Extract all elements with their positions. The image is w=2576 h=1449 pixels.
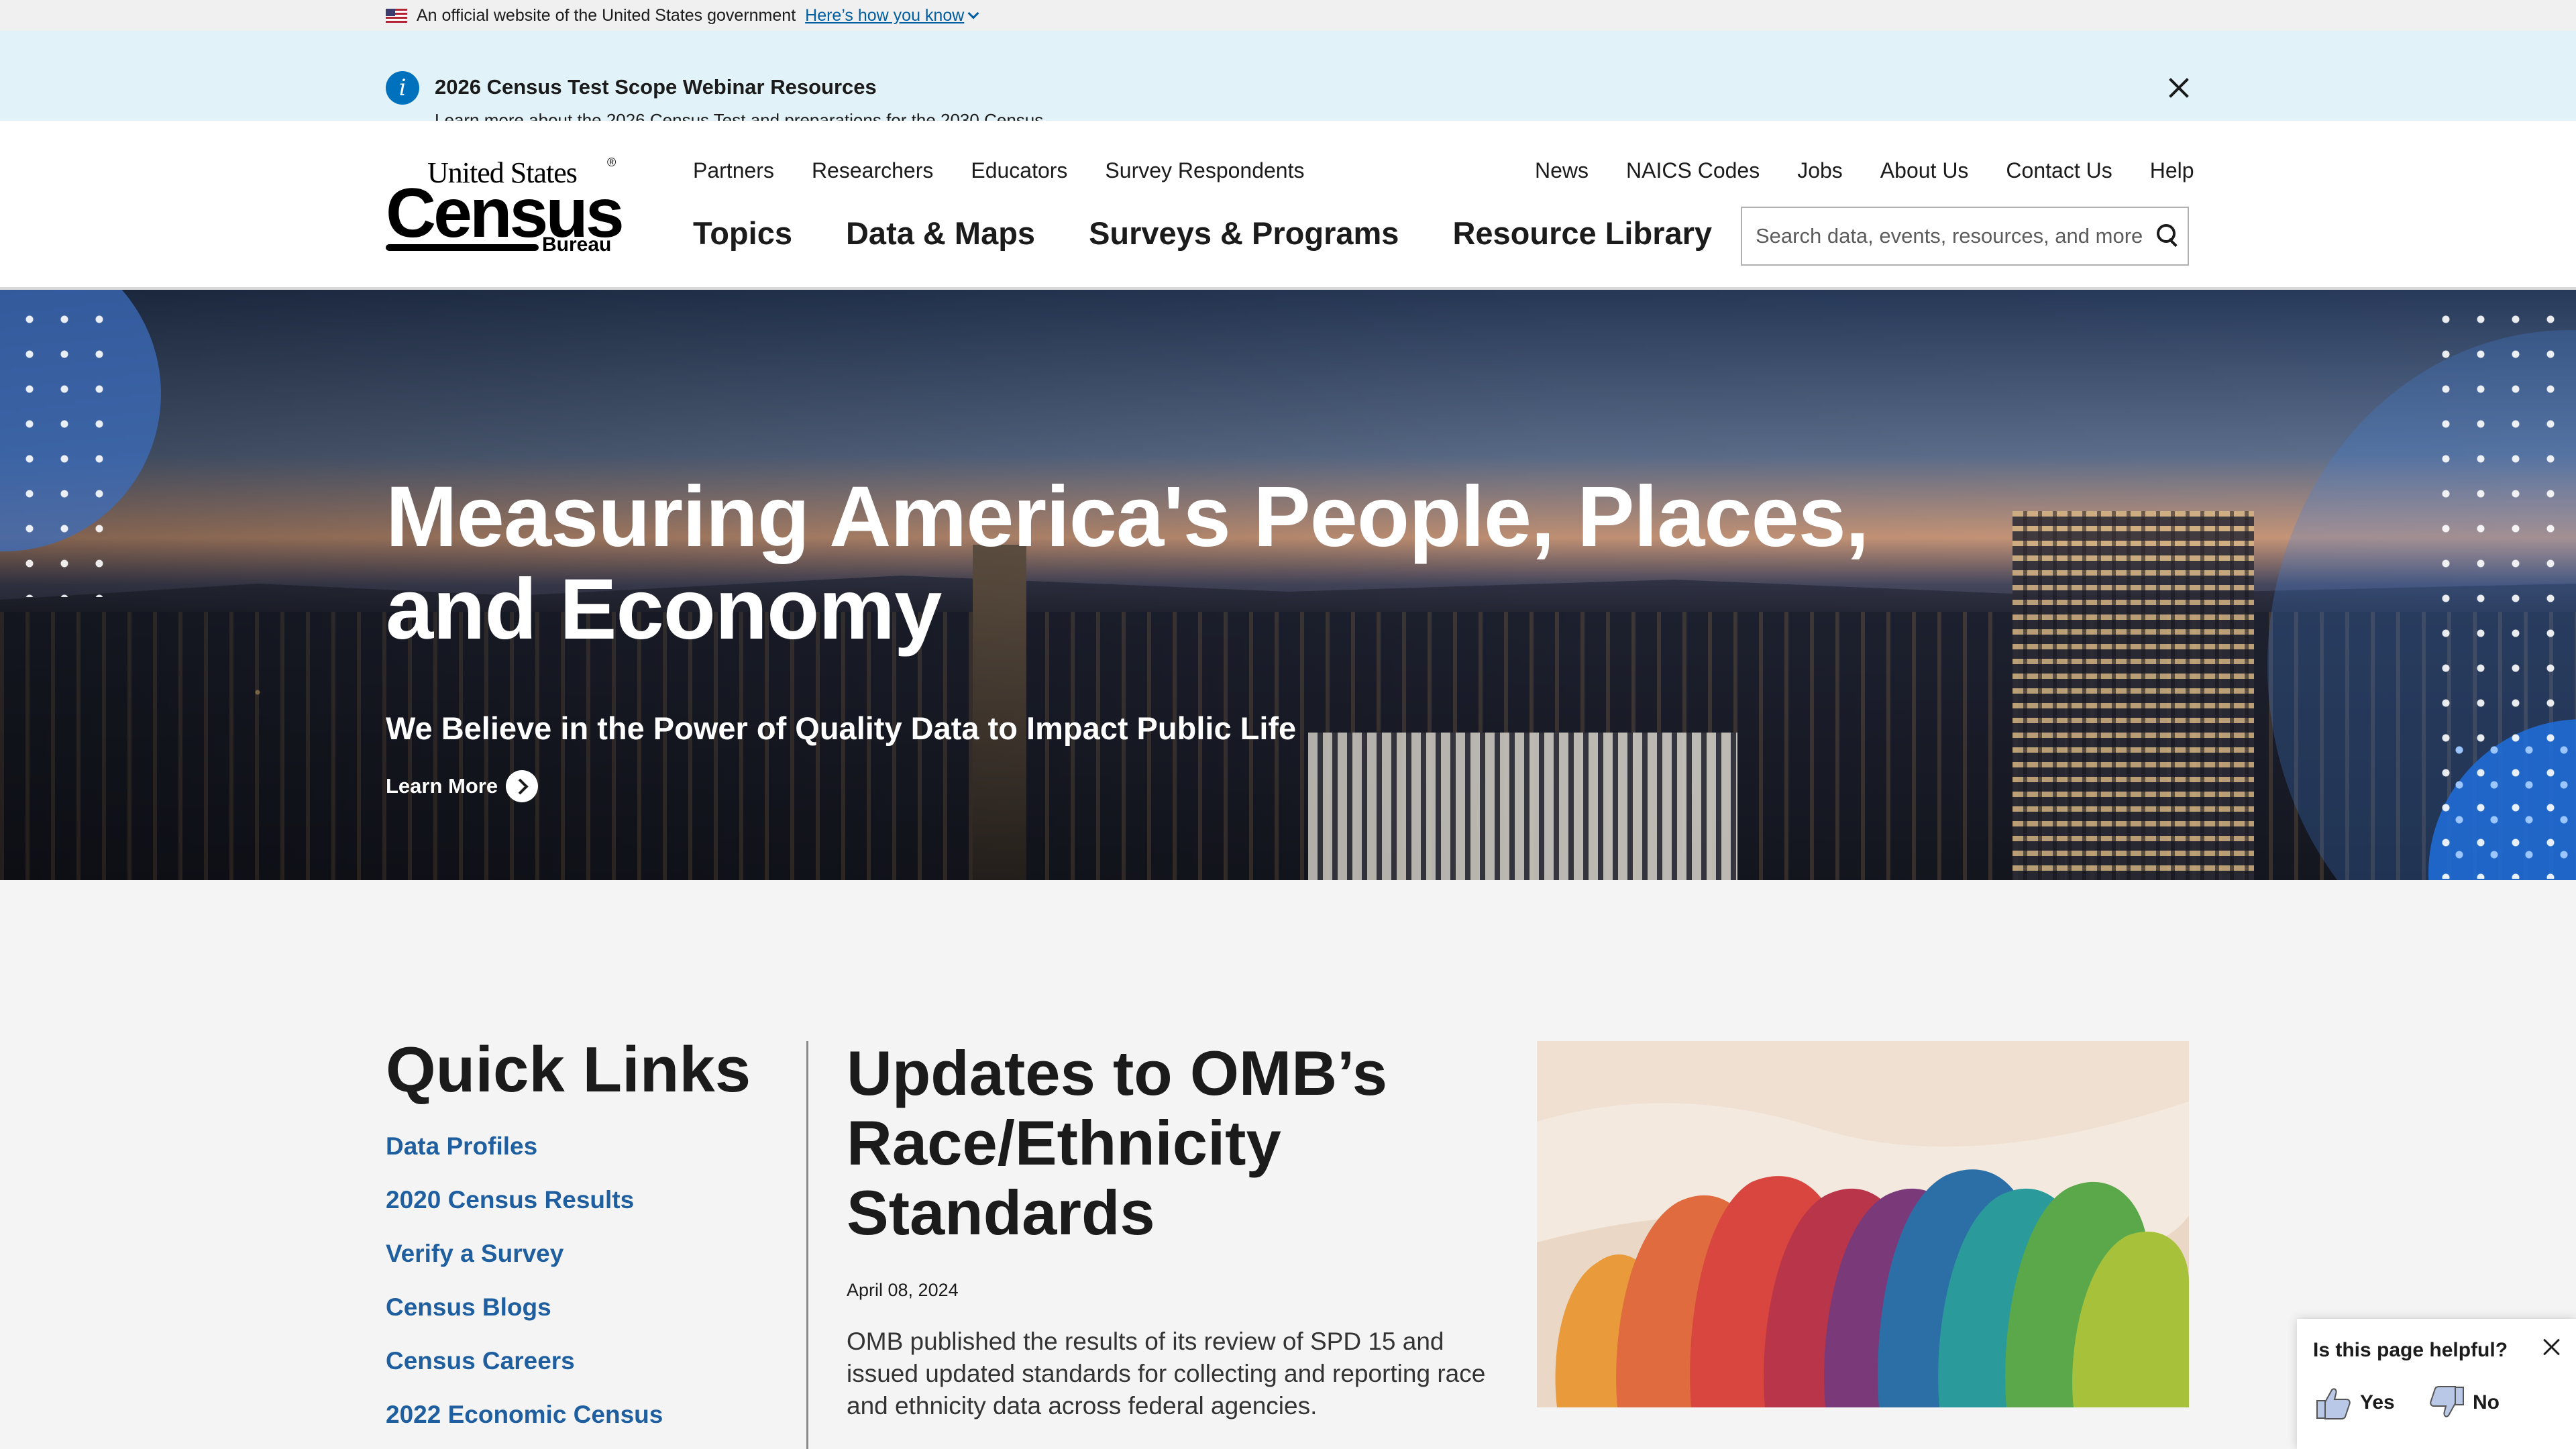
hero-subtitle: We Believe in the Power of Quality Data … [386,710,1297,746]
search-box [1741,207,2189,266]
feedback-widget: Is this page helpful? Yes No [2297,1319,2576,1449]
chevron-down-icon [967,7,979,19]
news-feature-image[interactable] [1537,1041,2189,1407]
quick-link-census-blogs[interactable]: Census Blogs [386,1293,663,1347]
nav-educators[interactable]: Educators [971,158,1067,183]
quick-link-data-profiles[interactable]: Data Profiles [386,1132,663,1186]
alert-title: 2026 Census Test Scope Webinar Resources [435,75,877,99]
quick-links-list: Data Profiles 2020 Census Results Verify… [386,1132,663,1449]
feedback-yes-button[interactable]: Yes [2314,1383,2395,1422]
thumbs-up-icon [2316,1388,2351,1419]
gov-banner-content: An official website of the United States… [386,0,979,31]
hero-decorative-dots-blue [2442,733,2576,880]
nav-help[interactable]: Help [2150,158,2194,183]
site-header: United States ® Census Bureau Partners R… [0,121,2576,290]
feedback-question: Is this page helpful? [2313,1339,2508,1361]
nav-news[interactable]: News [1535,158,1589,183]
search-input[interactable] [1742,224,2147,248]
thumbs-down-icon [2430,1386,2464,1417]
us-flag-icon [386,8,407,23]
quick-link-2020-census-results[interactable]: 2020 Census Results [386,1186,663,1240]
gov-banner-text: An official website of the United States… [417,5,796,25]
close-icon[interactable] [2163,72,2194,103]
quick-link-census-careers[interactable]: Census Careers [386,1347,663,1401]
silhouettes-illustration [1537,1041,2189,1407]
nav-survey-respondents[interactable]: Survey Respondents [1105,158,1304,183]
utility-nav: News NAICS Codes Jobs About Us Contact U… [1535,158,2194,183]
vertical-divider [806,1041,808,1449]
nav-contact-us[interactable]: Contact Us [2006,158,2112,183]
alert-banner: i 2026 Census Test Scope Webinar Resourc… [0,31,2576,130]
nav-about-us[interactable]: About Us [1880,158,1969,183]
chevron-right-circle-icon [506,770,539,802]
news-date: April 08, 2024 [847,1280,959,1300]
news-summary: OMB published the results of its review … [847,1328,1486,1419]
news-headline[interactable]: Updates to OMB’s Race/Ethnicity Standard… [847,1038,1517,1248]
nav-data-and-maps[interactable]: Data & Maps [846,215,1035,252]
nav-partners[interactable]: Partners [693,158,774,183]
hero-banner: Measuring America's People, Places, and … [0,290,2576,880]
audience-nav: Partners Researchers Educators Survey Re… [693,158,1342,183]
nav-topics[interactable]: Topics [693,215,792,252]
quick-links-title: Quick Links [386,1034,751,1106]
feedback-yes-label: Yes [2360,1391,2395,1413]
nav-surveys-and-programs[interactable]: Surveys & Programs [1089,215,1399,252]
info-icon: i [386,71,419,105]
learn-more-label: Learn More [386,774,498,798]
hero-decorative-dots-left [12,302,119,597]
search-icon[interactable] [2147,216,2188,256]
feedback-no-button[interactable]: No [2427,1383,2500,1422]
learn-more-link[interactable]: Learn More [386,770,539,802]
nav-researchers[interactable]: Researchers [812,158,933,183]
gov-banner: An official website of the United States… [0,0,2576,31]
heres-how-you-know-label: Here’s how you know [805,5,965,25]
nav-resource-library[interactable]: Resource Library [1452,215,1712,252]
heres-how-you-know-link[interactable]: Here’s how you know [805,5,979,25]
main-nav: Topics Data & Maps Surveys & Programs Re… [693,215,1766,252]
logo-line-bureau: Bureau [542,233,612,256]
logo-registered-mark: ® [607,156,616,169]
close-icon[interactable] [2540,1335,2564,1359]
nav-jobs[interactable]: Jobs [1797,158,1843,183]
quick-link-verify-a-survey[interactable]: Verify a Survey [386,1240,663,1293]
quick-link-2022-economic-census[interactable]: 2022 Economic Census [386,1401,663,1449]
logo-underline [386,244,539,251]
feedback-no-label: No [2473,1391,2500,1413]
nav-naics-codes[interactable]: NAICS Codes [1626,158,1760,183]
hero-title: Measuring America's People, Places, and … [386,469,1869,657]
census-logo[interactable]: United States ® Census Bureau [386,156,625,256]
